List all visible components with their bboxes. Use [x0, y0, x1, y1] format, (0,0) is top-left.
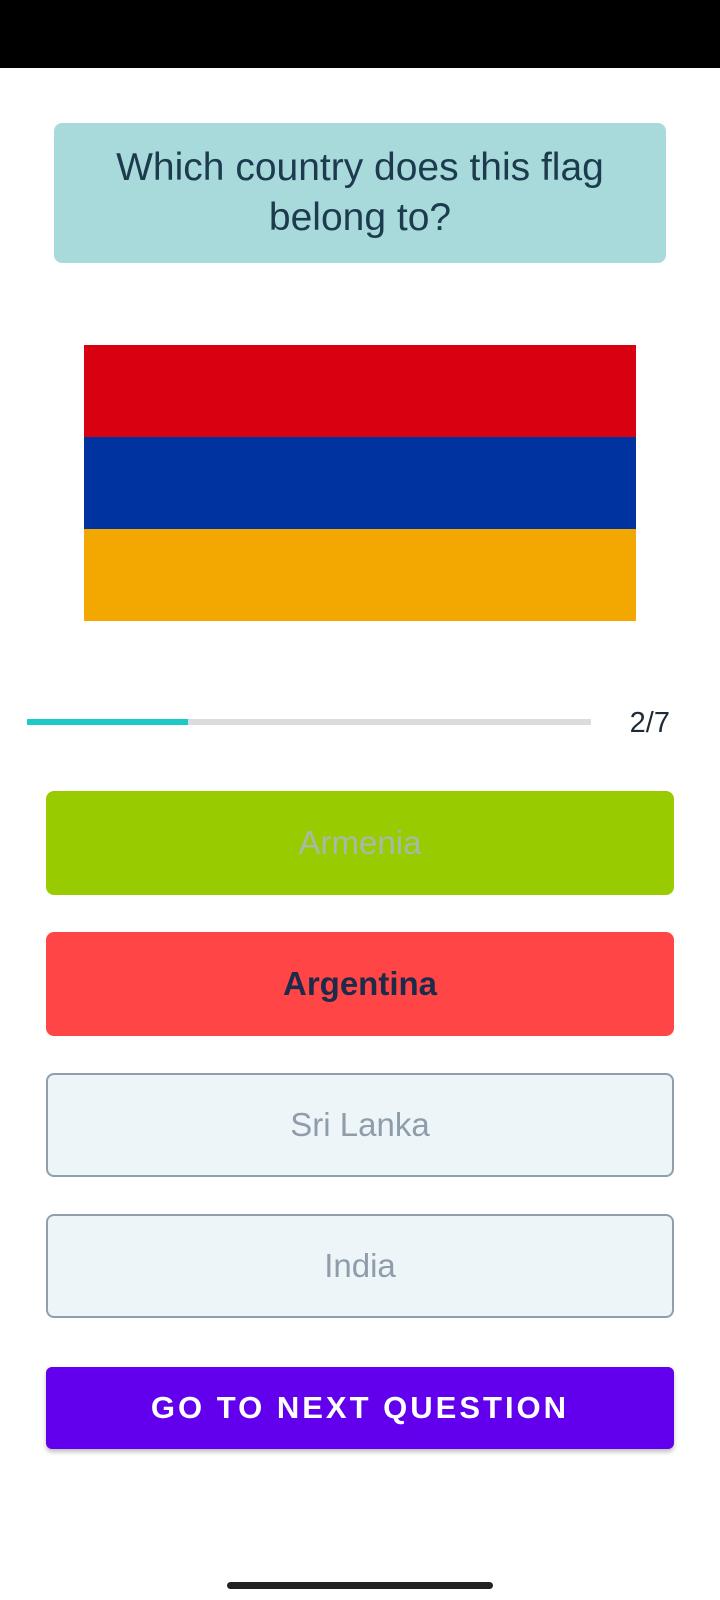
status-bar — [0, 0, 720, 68]
answer-option-3[interactable]: Sri Lanka — [46, 1073, 674, 1177]
next-question-button[interactable]: GO TO NEXT QUESTION — [46, 1367, 674, 1449]
question-text: Which country does this flag belong to? — [116, 146, 604, 239]
progress-bar-fill — [27, 719, 189, 725]
question-card: Which country does this flag belong to? — [54, 123, 666, 263]
flag-image — [84, 345, 636, 621]
answer-option-label: Sri Lanka — [290, 1106, 430, 1143]
answer-option-label: Argentina — [282, 965, 437, 1002]
progress-bar — [27, 719, 591, 725]
answer-option-label: Armenia — [298, 824, 422, 861]
answer-option-1[interactable]: Armenia — [46, 791, 674, 895]
home-indicator[interactable] — [227, 1582, 493, 1589]
flag-stripe-middle — [84, 437, 636, 529]
progress-label: 2/7 — [629, 707, 670, 739]
flag-stripe-top — [84, 345, 636, 437]
answer-option-label: India — [324, 1247, 396, 1284]
flag-stripe-bottom — [84, 529, 636, 621]
answer-option-4[interactable]: India — [46, 1214, 674, 1318]
next-question-button-label: GO TO NEXT QUESTION — [150, 1390, 570, 1425]
answer-option-2[interactable]: Argentina — [46, 932, 674, 1036]
